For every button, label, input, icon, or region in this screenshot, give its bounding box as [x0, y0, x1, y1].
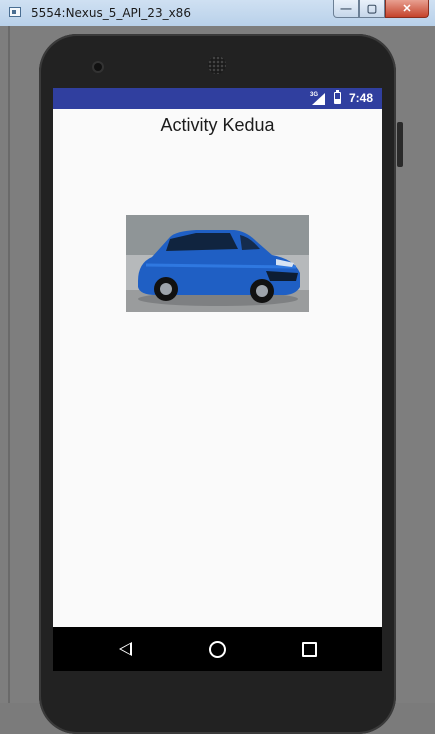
power-button[interactable]: [397, 122, 403, 167]
car-image: [126, 215, 309, 312]
signal-icon: [312, 93, 325, 105]
activity-title: Activity Kedua: [160, 115, 275, 135]
status-time: 7:48: [349, 91, 374, 105]
navigation-bar: [53, 627, 382, 671]
close-button[interactable]: ✕: [385, 0, 429, 18]
blue-car-illustration: [126, 215, 309, 312]
back-icon[interactable]: [119, 642, 132, 656]
maximize-button[interactable]: ▢: [359, 0, 385, 18]
window-border: [8, 26, 10, 703]
recents-icon[interactable]: [302, 642, 317, 657]
front-camera-icon: [94, 63, 102, 71]
window-title: 5554:Nexus_5_API_23_x86: [31, 6, 191, 20]
minimize-button[interactable]: —: [333, 0, 359, 18]
home-icon[interactable]: [209, 641, 226, 658]
battery-icon: [334, 90, 341, 104]
device-screen[interactable]: 3G 7:48 Activity Kedua: [53, 88, 382, 671]
emulator-app-icon: [9, 7, 21, 17]
window-title-bar[interactable]: 5554:Nexus_5_API_23_x86 — ▢ ✕: [0, 0, 435, 27]
window-controls: — ▢ ✕: [333, 0, 429, 18]
earpiece-speaker: [208, 56, 226, 74]
status-bar: 3G 7:48: [53, 88, 382, 109]
